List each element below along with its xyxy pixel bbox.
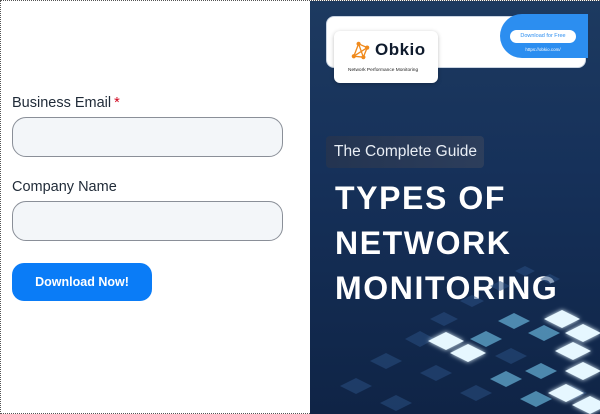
download-form-widget: Business Email * Company Name Download No… [0,0,600,414]
business-email-field: Business Email * [12,95,284,157]
ebook-cover-image: Download for Free https://obkio.com/ Obk… [310,1,600,414]
company-name-input[interactable] [12,201,283,241]
business-email-label: Business Email * [12,95,284,111]
business-email-input[interactable] [12,117,283,157]
company-name-field: Company Name [12,179,284,241]
decorative-tiles-graphic [340,266,600,414]
business-email-label-text: Business Email [12,95,112,111]
download-form: Business Email * Company Name [12,95,284,264]
required-asterisk: * [114,95,120,111]
company-name-label: Company Name [12,179,117,195]
download-now-button[interactable]: Download Now! [12,263,152,301]
